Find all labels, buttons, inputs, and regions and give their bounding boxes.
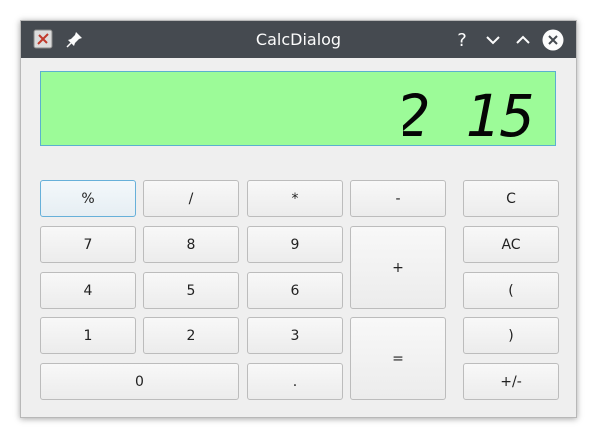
decimal-point-button[interactable]: . <box>247 363 343 400</box>
divide-button[interactable]: / <box>143 180 239 217</box>
zero-button[interactable]: 0 <box>40 363 239 400</box>
six-button[interactable]: 6 <box>247 272 343 309</box>
close-paren-button[interactable]: ) <box>463 317 559 354</box>
open-paren-button[interactable]: ( <box>463 272 559 309</box>
percent-button[interactable]: % <box>40 180 136 217</box>
nine-button[interactable]: 9 <box>247 226 343 263</box>
eight-button[interactable]: 8 <box>143 226 239 263</box>
help-icon[interactable]: ? <box>451 29 473 51</box>
close-icon[interactable] <box>542 29 564 51</box>
title-bar: CalcDialog ? <box>21 21 576 58</box>
five-button[interactable]: 5 <box>143 272 239 309</box>
all-clear-button[interactable]: AC <box>463 226 559 263</box>
minimize-icon[interactable] <box>482 29 504 51</box>
three-button[interactable]: 3 <box>247 317 343 354</box>
plus-button[interactable]: + <box>350 226 446 309</box>
equals-button[interactable]: = <box>350 317 446 400</box>
negate-button[interactable]: +/- <box>463 363 559 400</box>
display-value: 32 15 <box>403 82 535 147</box>
seven-button[interactable]: 7 <box>40 226 136 263</box>
one-button[interactable]: 1 <box>40 317 136 354</box>
lcd-readout: 32 15 <box>403 82 535 147</box>
maximize-icon[interactable] <box>512 29 534 51</box>
two-button[interactable]: 2 <box>143 317 239 354</box>
multiply-button[interactable]: * <box>247 180 343 217</box>
four-button[interactable]: 4 <box>40 272 136 309</box>
result-display: 32 15 <box>40 71 556 147</box>
calc-dialog-window: CalcDialog ? 32 15 % / * - C 7 8 9 + AC … <box>20 20 577 418</box>
svg-text:?: ? <box>457 30 467 51</box>
clear-button[interactable]: C <box>463 180 559 217</box>
minus-button[interactable]: - <box>350 180 446 217</box>
